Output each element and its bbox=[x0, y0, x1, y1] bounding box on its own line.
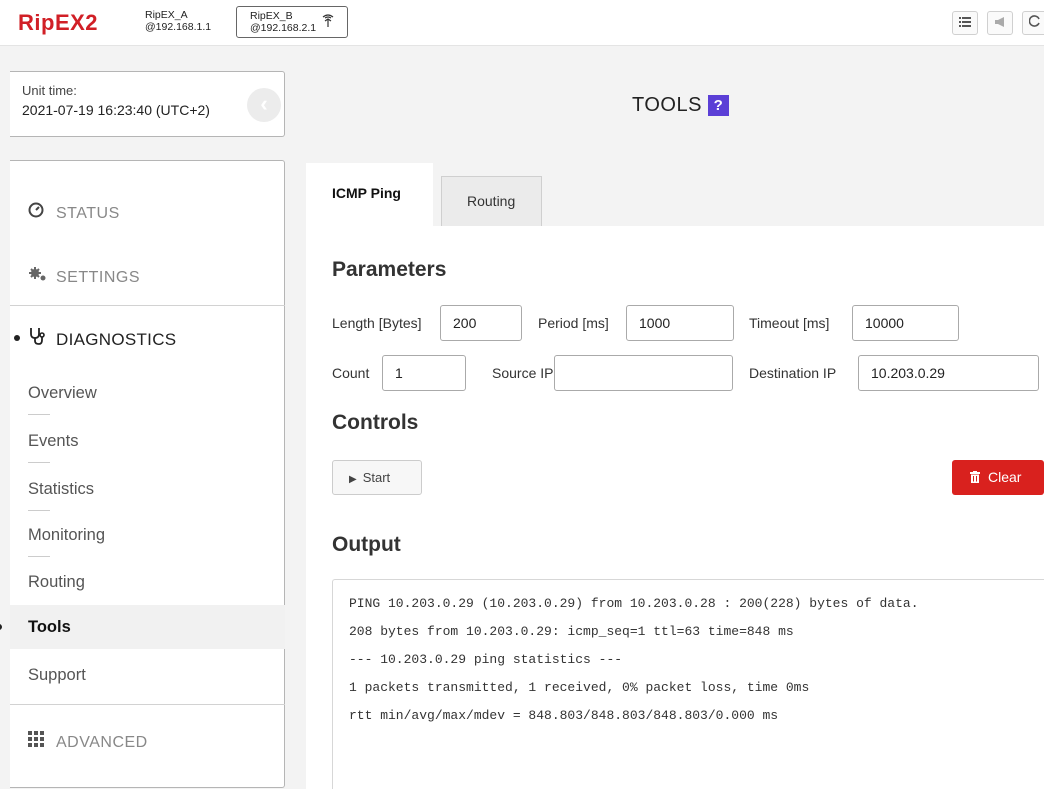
unit-a-selector[interactable]: RipEX_A @192.168.1.1 bbox=[145, 9, 211, 33]
count-input[interactable] bbox=[382, 355, 466, 391]
sidebar-item-events[interactable]: Events bbox=[10, 419, 285, 463]
sidebar-item-statistics[interactable]: Statistics bbox=[10, 467, 285, 511]
divider bbox=[10, 704, 285, 705]
ripex-logo[interactable]: RipEX2 bbox=[18, 10, 98, 36]
top-bar: RipEX2 RipEX_A @192.168.1.1 RipEX_B @192… bbox=[0, 0, 1044, 46]
tab-routing[interactable]: Routing bbox=[441, 176, 542, 226]
list-icon bbox=[959, 16, 971, 30]
period-input[interactable] bbox=[626, 305, 734, 341]
timeout-label: Timeout [ms] bbox=[749, 315, 830, 331]
gauge-icon bbox=[28, 202, 48, 223]
parameters-heading: Parameters bbox=[332, 258, 447, 281]
source-ip-label: Source IP bbox=[492, 365, 554, 381]
timeout-input[interactable] bbox=[852, 305, 959, 341]
page-title: TOOLS? bbox=[632, 94, 729, 117]
unit-time-box: Unit time: 2021-07-19 16:23:40 (UTC+2) ‹ bbox=[10, 71, 285, 137]
nav-status[interactable]: STATUS bbox=[28, 202, 120, 223]
output-console: PING 10.203.0.29 (10.203.0.29) from 10.2… bbox=[332, 579, 1044, 789]
play-icon: ▶ bbox=[349, 474, 357, 485]
unit-a-name: RipEX_A bbox=[145, 9, 188, 21]
refresh-button[interactable] bbox=[1022, 11, 1044, 35]
trash-icon bbox=[970, 461, 980, 496]
divider bbox=[28, 510, 50, 511]
output-line: PING 10.203.0.29 (10.203.0.29) from 10.2… bbox=[349, 596, 919, 611]
output-line: 1 packets transmitted, 1 received, 0% pa… bbox=[349, 680, 810, 695]
gears-icon bbox=[28, 266, 48, 287]
count-label: Count bbox=[332, 365, 370, 381]
clear-button[interactable]: Clear bbox=[952, 460, 1044, 495]
unit-b-selector[interactable]: RipEX_B @192.168.2.1 bbox=[236, 6, 348, 38]
unit-time-label: Unit time: bbox=[22, 83, 77, 98]
divider bbox=[28, 556, 50, 557]
output-line: 208 bytes from 10.203.0.29: icmp_seq=1 t… bbox=[349, 624, 794, 639]
nav-settings-label: SETTINGS bbox=[56, 269, 141, 286]
clear-button-label: Clear bbox=[988, 469, 1022, 485]
stethoscope-icon bbox=[28, 327, 48, 350]
sidebar-item-tools[interactable]: Tools bbox=[0, 605, 285, 649]
page-title-text: TOOLS bbox=[632, 94, 702, 116]
active-dot bbox=[14, 335, 20, 341]
unit-time-value: 2021-07-19 16:23:40 (UTC+2) bbox=[22, 102, 210, 118]
sidebar-item-monitoring[interactable]: Monitoring bbox=[10, 513, 285, 557]
destination-ip-input[interactable] bbox=[858, 355, 1039, 391]
refresh-icon bbox=[1028, 15, 1041, 30]
source-ip-input[interactable] bbox=[554, 355, 733, 391]
sidebar: STATUS SETTINGS DIAGNOSTICS Overview Eve… bbox=[0, 160, 285, 788]
nav-status-label: STATUS bbox=[56, 205, 120, 222]
grid-icon bbox=[28, 731, 48, 752]
divider bbox=[28, 462, 50, 463]
sidebar-item-tools-label: Tools bbox=[28, 618, 71, 636]
unit-a-ip: @192.168.1.1 bbox=[145, 21, 212, 33]
tab-icmp-ping[interactable]: ICMP Ping bbox=[306, 163, 433, 226]
tools-panel: Parameters Length [Bytes] Period [ms] Ti… bbox=[306, 226, 1044, 789]
controls-heading: Controls bbox=[332, 411, 419, 434]
megaphone-icon bbox=[994, 16, 1006, 30]
output-line: --- 10.203.0.29 ping statistics --- bbox=[349, 652, 623, 667]
help-icon[interactable]: ? bbox=[707, 95, 729, 116]
length-input[interactable] bbox=[440, 305, 522, 341]
nav-advanced-label: ADVANCED bbox=[56, 734, 148, 751]
period-label: Period [ms] bbox=[538, 315, 609, 331]
active-dot bbox=[0, 624, 2, 630]
nav-diagnostics-label: DIAGNOSTICS bbox=[56, 330, 177, 349]
antenna-icon bbox=[321, 14, 335, 30]
output-line: rtt min/avg/max/mdev = 848.803/848.803/8… bbox=[349, 708, 779, 723]
output-heading: Output bbox=[332, 533, 401, 556]
divider bbox=[28, 414, 50, 415]
collapse-sidebar-button[interactable]: ‹ bbox=[247, 88, 281, 122]
nav-settings[interactable]: SETTINGS bbox=[28, 266, 140, 287]
start-button-label: Start bbox=[362, 470, 391, 485]
nav-diagnostics[interactable]: DIAGNOSTICS bbox=[14, 327, 177, 350]
start-button[interactable]: ▶ Start bbox=[332, 460, 422, 495]
length-label: Length [Bytes] bbox=[332, 315, 422, 331]
chevron-left-icon: ‹ bbox=[260, 91, 268, 116]
nav-advanced[interactable]: ADVANCED bbox=[28, 731, 148, 752]
divider bbox=[10, 305, 285, 306]
announcements-button[interactable] bbox=[987, 11, 1013, 35]
destination-ip-label: Destination IP bbox=[749, 365, 837, 381]
sidebar-item-routing[interactable]: Routing bbox=[10, 560, 285, 604]
sidebar-item-support[interactable]: Support bbox=[10, 653, 285, 697]
sidebar-item-overview[interactable]: Overview bbox=[10, 371, 285, 415]
list-button[interactable] bbox=[952, 11, 978, 35]
